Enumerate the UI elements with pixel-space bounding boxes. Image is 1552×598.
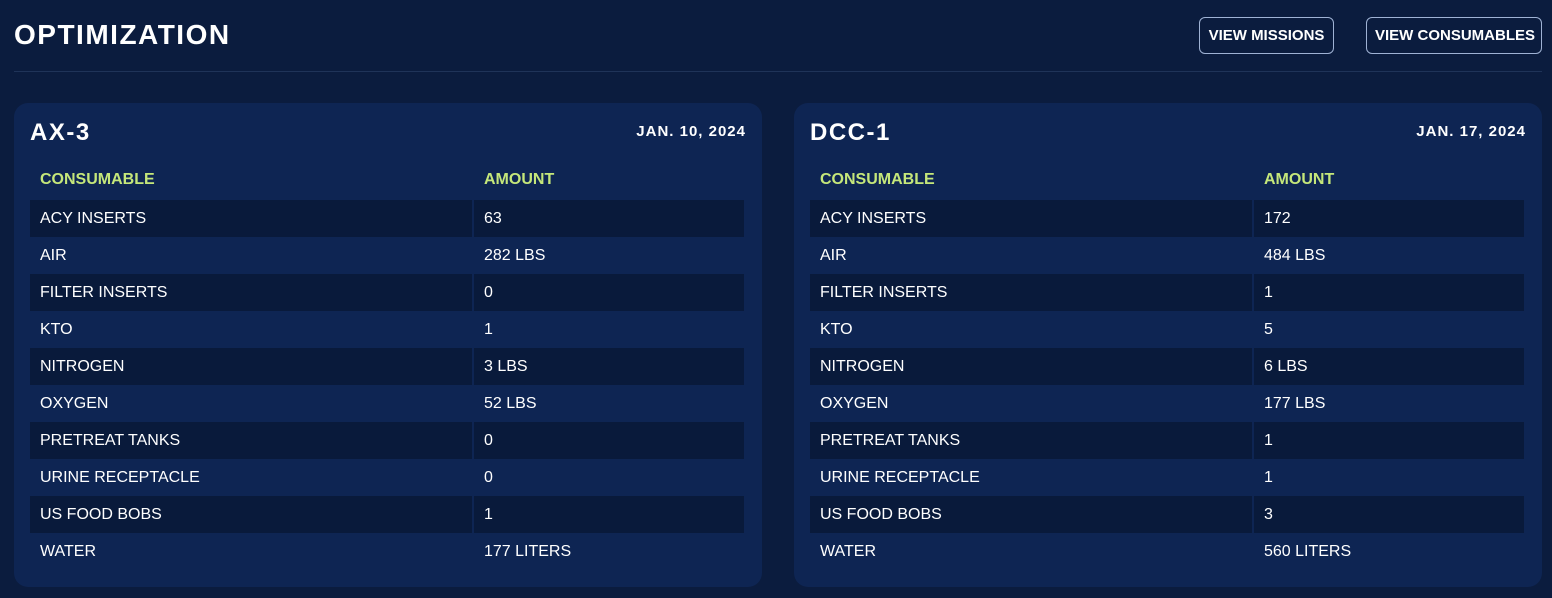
consumable-cell: PRETREAT TANKS [30, 422, 474, 459]
column-header-amount: AMOUNT [1264, 171, 1335, 188]
mission-date: JAN. 17, 2024 [1416, 123, 1526, 140]
consumable-cell: ACY INSERTS [30, 200, 474, 237]
consumable-cell: NITROGEN [810, 348, 1254, 385]
mission-date: JAN. 10, 2024 [636, 123, 746, 140]
table-row: WATER 177 LITERS [30, 533, 744, 570]
amount-cell: 3 [1254, 496, 1524, 533]
view-missions-button[interactable]: VIEW MISSIONS [1199, 17, 1334, 54]
amount-cell: 0 [474, 274, 744, 311]
table-row: NITROGEN 6 LBS [810, 348, 1524, 385]
column-header-amount: AMOUNT [484, 171, 555, 188]
page-header: OPTIMIZATION VIEW MISSIONS VIEW CONSUMAB… [14, 0, 1542, 72]
view-consumables-button[interactable]: VIEW CONSUMABLES [1366, 17, 1542, 54]
table-row: US FOOD BOBS 1 [30, 496, 744, 533]
amount-cell: 5 [1264, 320, 1273, 338]
amount-cell: 1 [1254, 422, 1524, 459]
column-header-consumable: CONSUMABLE [40, 171, 155, 188]
table-header: CONSUMABLE AMOUNT [810, 160, 1524, 200]
table-header: CONSUMABLE AMOUNT [30, 160, 744, 200]
table-row: URINE RECEPTACLE 1 [810, 459, 1524, 496]
consumable-cell: KTO [820, 320, 853, 338]
mission-card: DCC-1 JAN. 17, 2024 CONSUMABLE AMOUNT ACY … [794, 103, 1542, 587]
page-title: OPTIMIZATION [14, 19, 231, 50]
amount-cell: 1 [1254, 274, 1524, 311]
mission-card: AX-3 JAN. 10, 2024 CONSUMABLE AMOUNT ACY I… [14, 103, 762, 587]
amount-cell: 1 [484, 320, 493, 338]
amount-cell: 52 LBS [484, 394, 537, 412]
amount-cell: 177 LITERS [484, 542, 572, 560]
consumables-table: CONSUMABLE AMOUNT ACY INSERTS 63 AIR 282 LBS F… [30, 160, 744, 570]
table-row: KTO 5 [810, 311, 1524, 348]
amount-cell: 177 LBS [1264, 394, 1326, 412]
consumable-cell: AIR [820, 246, 847, 264]
consumable-cell: ACY INSERTS [810, 200, 1254, 237]
consumable-cell: PRETREAT TANKS [810, 422, 1254, 459]
amount-cell: 63 [474, 200, 744, 237]
table-row: FILTER INSERTS 0 [30, 274, 744, 311]
column-header-consumable: CONSUMABLE [820, 171, 935, 188]
consumable-cell: US FOOD BOBS [30, 496, 474, 533]
table-row: KTO 1 [30, 311, 744, 348]
amount-cell: 6 LBS [1254, 348, 1524, 385]
table-row: OXYGEN 52 LBS [30, 385, 744, 422]
consumable-cell: KTO [40, 320, 73, 338]
amount-cell: 172 [1254, 200, 1524, 237]
amount-cell: 1 [474, 496, 744, 533]
amount-cell: 0 [474, 422, 744, 459]
amount-cell: 484 LBS [1264, 246, 1326, 264]
consumable-cell: FILTER INSERTS [30, 274, 474, 311]
amount-cell: 560 LITERS [1264, 542, 1352, 560]
consumable-cell: US FOOD BOBS [810, 496, 1254, 533]
table-row: OXYGEN 177 LBS [810, 385, 1524, 422]
table-row: URINE RECEPTACLE 0 [30, 459, 744, 496]
table-row: PRETREAT TANKS 0 [30, 422, 744, 459]
amount-cell: 0 [484, 468, 493, 486]
mission-name: DCC-1 [810, 119, 891, 146]
table-row: US FOOD BOBS 3 [810, 496, 1524, 533]
consumable-cell: WATER [40, 542, 96, 560]
amount-cell: 282 LBS [484, 246, 546, 264]
consumable-cell: URINE RECEPTACLE [40, 468, 200, 486]
table-row: ACY INSERTS 63 [30, 200, 744, 237]
table-row: ACY INSERTS 172 [810, 200, 1524, 237]
table-row: NITROGEN 3 LBS [30, 348, 744, 385]
consumables-table: CONSUMABLE AMOUNT ACY INSERTS 172 AIR 484 LBS… [810, 160, 1524, 570]
consumable-cell: OXYGEN [820, 394, 889, 412]
consumable-cell: FILTER INSERTS [810, 274, 1254, 311]
table-row: PRETREAT TANKS 1 [810, 422, 1524, 459]
amount-cell: 1 [1264, 468, 1273, 486]
consumable-cell: NITROGEN [30, 348, 474, 385]
consumable-cell: WATER [820, 542, 876, 560]
mission-name: AX-3 [30, 119, 91, 146]
table-row: FILTER INSERTS 1 [810, 274, 1524, 311]
table-row: WATER 560 LITERS [810, 533, 1524, 570]
table-row: AIR 484 LBS [810, 237, 1524, 274]
table-row: AIR 282 LBS [30, 237, 744, 274]
consumable-cell: AIR [40, 246, 67, 264]
consumable-cell: OXYGEN [40, 394, 109, 412]
consumable-cell: URINE RECEPTACLE [820, 468, 980, 486]
amount-cell: 3 LBS [474, 348, 744, 385]
optimization-page: OPTIMIZATION VIEW MISSIONS VIEW CONSUMAB… [0, 0, 1552, 598]
